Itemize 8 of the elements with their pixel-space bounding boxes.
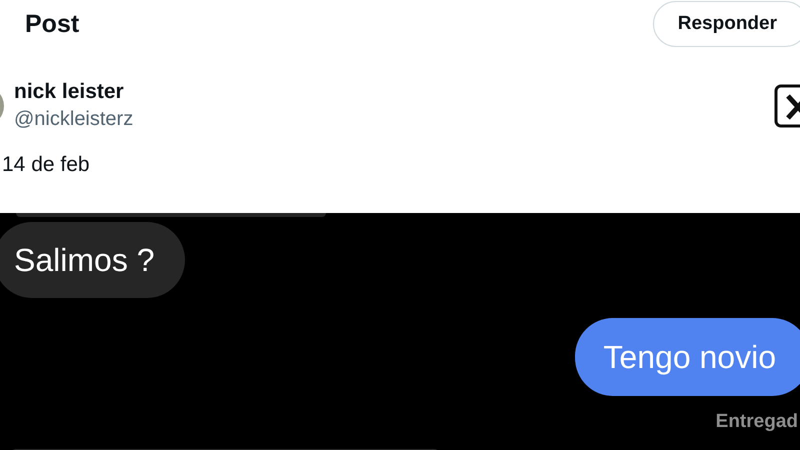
author-name[interactable]: nick leister bbox=[14, 80, 124, 104]
reply-button[interactable]: Responder bbox=[652, 1, 800, 47]
sent-message-bubble: Tengo novio bbox=[575, 318, 800, 396]
author-handle[interactable]: @nickleisterz bbox=[14, 108, 134, 131]
page-title: Post bbox=[25, 10, 80, 38]
post-date: 14 de feb bbox=[2, 153, 90, 177]
delivery-status: Entregad bbox=[716, 411, 798, 433]
received-message-bubble: Salimos ? bbox=[0, 222, 184, 298]
